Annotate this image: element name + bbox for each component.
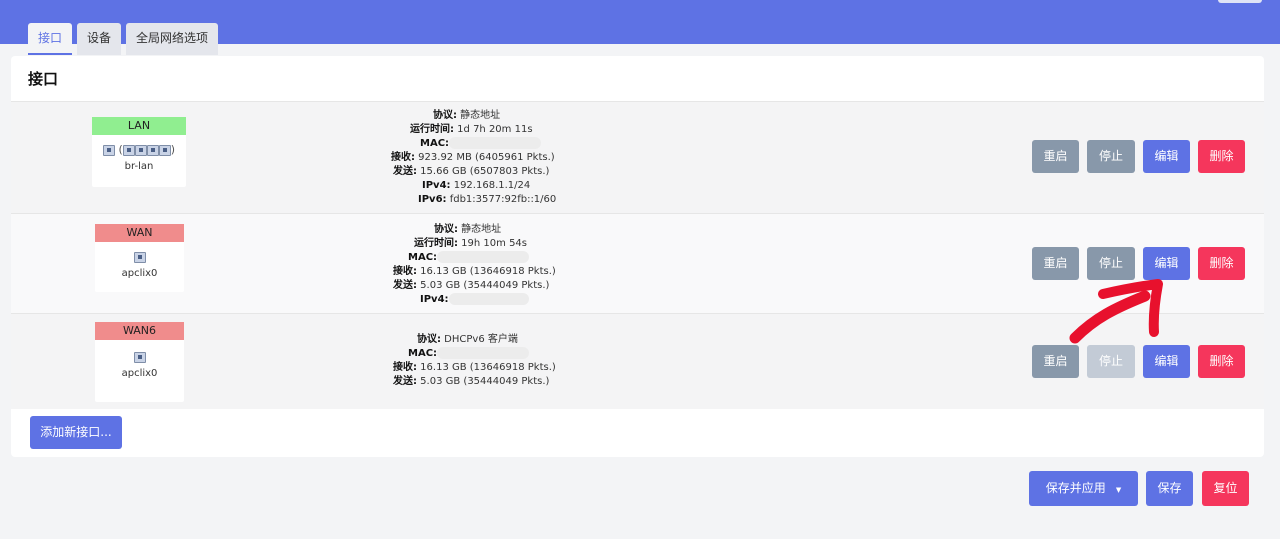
dropdown-caret-icon: ▼ (1115, 486, 1122, 494)
add-interface-button[interactable]: 添加新接口... (30, 416, 122, 449)
status-line: 协议: 静态地址 (434, 224, 502, 235)
status-line: 发送: 15.66 GB (6507803 Pkts.) (393, 166, 550, 177)
port-icon (122, 144, 135, 156)
interface-name-wan: WAN (95, 224, 184, 242)
status-line: MAC: (393, 347, 556, 361)
bridge-ports-icons: () (92, 143, 186, 157)
device-icon-wrap (95, 350, 184, 364)
tab-bar: 接口 设备 全局网络选项 (28, 23, 219, 55)
header-corner-widget (1218, 0, 1262, 3)
interface-status-lan: 协议: 静态地址 运行时间: 1d 7h 20m 11s MAC: 接收: 92… (391, 109, 556, 207)
status-line: 接收: 16.13 GB (13646918 Pkts.) (393, 266, 556, 277)
status-line: 运行时间: 19h 10m 54s (414, 238, 527, 249)
status-line: IPv6: fdb1:3577:92fb::1/60 (418, 194, 557, 205)
delete-button[interactable]: 删除 (1198, 345, 1245, 378)
interface-name-wan6: WAN6 (95, 322, 184, 340)
edit-button[interactable]: 编辑 (1143, 247, 1190, 280)
edit-button[interactable]: 编辑 (1143, 140, 1190, 173)
redacted-ipv4 (448, 293, 529, 305)
stop-button-disabled[interactable]: 停止 (1087, 345, 1135, 378)
restart-button[interactable]: 重启 (1032, 247, 1079, 280)
interface-name-lan: LAN (92, 117, 186, 135)
save-button[interactable]: 保存 (1146, 471, 1193, 506)
wireless-device-icon (133, 251, 146, 263)
port-icon (146, 144, 159, 156)
status-line: IPv4: 192.168.1.1/24 (422, 180, 531, 191)
status-line: 协议: 静态地址 (433, 110, 501, 121)
status-line: 协议: DHCPv6 客户端 (417, 334, 518, 345)
interface-status-wan6: 协议: DHCPv6 客户端 MAC: 接收: 16.13 GB (136469… (393, 333, 556, 389)
interface-device-wan: apclix0 (121, 268, 158, 279)
delete-button[interactable]: 删除 (1198, 247, 1245, 280)
redacted-mac (449, 137, 542, 149)
panel-title: 接口 (28, 70, 59, 88)
port-icon (158, 144, 171, 156)
wireless-device-icon (133, 351, 146, 363)
status-line: 发送: 5.03 GB (35444049 Pkts.) (393, 280, 550, 291)
interface-device-lan: br-lan (124, 161, 154, 172)
stop-button[interactable]: 停止 (1087, 247, 1135, 280)
delete-button[interactable]: 删除 (1198, 140, 1245, 173)
save-apply-button[interactable]: 保存并应用 ▼ (1029, 471, 1138, 506)
interface-row-wan6: WAN6 apclix0 协议: DHCPv6 客户端 MAC: 接收: 16.… (11, 313, 1264, 409)
interface-row-lan: LAN () br-lan 协议: 静态地址 运行时间: 1d 7h 20m 1… (11, 101, 1264, 213)
device-icon-wrap (95, 250, 184, 264)
redacted-mac (437, 347, 530, 359)
interface-badge-wan: WAN apclix0 (95, 224, 184, 292)
interface-device-wan6: apclix0 (121, 368, 158, 379)
interfaces-panel: 接口 LAN () br-lan 协议: 静态地址 运行时间: 1d 7h 20… (11, 56, 1264, 457)
status-line: 接收: 16.13 GB (13646918 Pkts.) (393, 362, 556, 373)
status-line: MAC: (391, 137, 556, 151)
edit-button[interactable]: 编辑 (1143, 345, 1190, 378)
restart-button[interactable]: 重启 (1032, 140, 1079, 173)
bridge-icon (102, 144, 115, 156)
tab-interfaces[interactable]: 接口 (28, 23, 73, 55)
port-icon (134, 144, 147, 156)
save-apply-label: 保存并应用 (1045, 481, 1106, 495)
status-line: 运行时间: 1d 7h 20m 11s (410, 124, 533, 135)
reset-button[interactable]: 复位 (1202, 471, 1249, 506)
interface-badge-lan: LAN () br-lan (92, 117, 186, 187)
status-line: IPv4: (393, 293, 556, 307)
redacted-mac (437, 251, 530, 263)
status-line: 发送: 5.03 GB (35444049 Pkts.) (393, 376, 550, 387)
interface-badge-wan6: WAN6 apclix0 (95, 322, 184, 402)
tab-devices[interactable]: 设备 (77, 23, 122, 55)
tab-global-network-options[interactable]: 全局网络选项 (126, 23, 219, 55)
restart-button[interactable]: 重启 (1032, 345, 1079, 378)
interface-row-wan: WAN apclix0 协议: 静态地址 运行时间: 19h 10m 54s M… (11, 213, 1264, 313)
interface-status-wan: 协议: 静态地址 运行时间: 19h 10m 54s MAC: 接收: 16.1… (393, 223, 556, 307)
status-line: 接收: 923.92 MB (6405961 Pkts.) (391, 152, 555, 163)
status-line: MAC: (393, 251, 556, 265)
stop-button[interactable]: 停止 (1087, 140, 1135, 173)
